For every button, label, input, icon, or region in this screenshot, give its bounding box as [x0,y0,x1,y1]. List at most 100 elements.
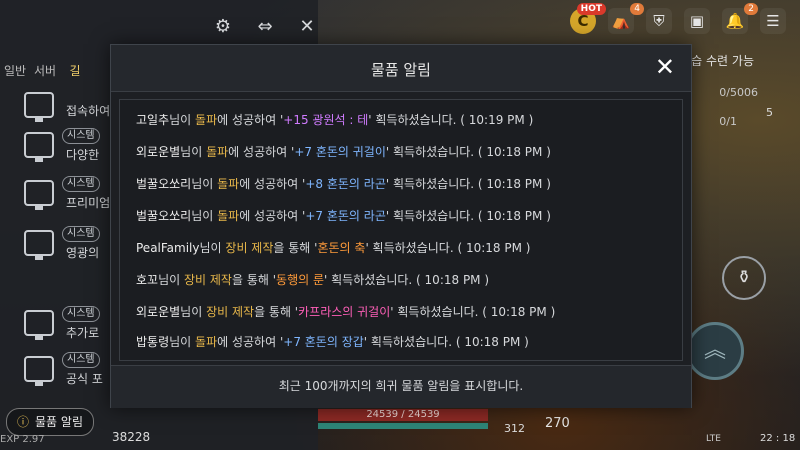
system-badge: 시스템 [62,128,100,144]
item-name: +7 혼돈의 귀걸이 [294,145,386,159]
stat-312: 312 [504,422,525,435]
tent-icon[interactable]: ⛺ 4 [608,3,644,34]
chat-toolbar: ⚙ ⇔ ✕ [212,16,318,37]
close-icon[interactable]: ✕ [655,55,675,79]
mount-button[interactable]: ︽ [686,322,744,380]
notification-row: 호꼬님이 장비 제작을 통해 '동행의 룬' 획득하셨습니다. ( 10:18 … [136,268,489,292]
text-segment: ' 획득하셨습니다. ( 10:18 PM ) [385,145,551,159]
tab-server[interactable]: 서버 [30,58,60,84]
monitor-icon [24,230,54,260]
text-segment: 님이 [169,113,196,127]
gear-icon[interactable]: ⚙ [212,16,234,37]
chat-text: 영광의 [66,246,100,260]
item-name: 카프라스의 귀걸이 [298,305,391,319]
bell-icon[interactable]: 🔔 2 [722,3,758,34]
text-segment: ' 획득하셨습니다. ( 10:18 PM ) [385,209,551,223]
clock: 22 : 18 [760,433,796,444]
text-segment: 을 통해 ' [273,241,318,255]
item-name: 동행의 룬 [276,273,325,287]
player-name: 호꼬 [136,273,159,287]
text-segment: ' 획득하셨습니다. ( 10:19 PM ) [368,113,534,127]
exp-readout: EXP 2.97 [0,434,45,445]
notification-row: 밥통령님이 돌파에 성공하여 '+7 혼돈의 장갑' 획득하셨습니다. ( 10… [136,330,529,354]
resource-2: 0/1 [719,115,737,128]
acquire-method: 장비 제작 [206,305,255,319]
item-notification-label: 물품 알림 [35,415,83,429]
chat-text: 추가로 [66,326,100,340]
text-segment: ' 획득하셨습니다. ( 10:18 PM ) [324,273,490,287]
acquire-method: 돌파 [217,177,240,191]
mp-bar [318,423,488,429]
text-segment: 에 성공하여 ' [239,177,306,191]
notification-row: 고일추님이 돌파에 성공하여 '+15 광원석 : 테' 획득하셨습니다. ( … [136,108,533,132]
text-segment: 에 성공하여 ' [239,209,306,223]
inventory-icon[interactable]: ▣ [684,8,710,34]
item-name: 혼돈의 축 [317,241,366,255]
coin-shop-icon[interactable]: C HOT [570,3,606,34]
resize-icon[interactable]: ⇔ [254,16,276,37]
chat-text: 공식 포 [66,372,103,386]
item-name: +8 혼돈의 라곤 [305,177,386,191]
text-segment: 님이 [191,177,218,191]
text-segment: ' 획득하셨습니다. ( 10:18 PM ) [390,305,556,319]
player-name: PealFamily [136,241,200,255]
acquire-method: 돌파 [195,113,218,127]
resource-1: 0/5006 [719,86,758,99]
modal-footer-text: 최근 100개까지의 희귀 물품 알림을 표시합니다. [111,365,691,408]
info-icon: ⓘ [17,415,30,429]
shield-icon[interactable]: ⛨ [646,8,672,34]
item-name: +15 광원석 : 테 [283,113,369,127]
chat-text: 접속하여 [66,104,111,118]
hp-bar: 24539 / 24539 [318,409,488,421]
chat-text: 프리미엄 [66,196,111,210]
chat-text: 다양한 [66,148,100,162]
acquire-method: 장비 제작 [184,273,232,287]
system-badge: 시스템 [62,352,100,368]
gold-amount: 38228 [112,430,151,444]
modal-title: 물품 알림 [371,61,431,79]
text-segment: 님이 [180,305,207,319]
acquire-method: 돌파 [206,145,229,159]
text-segment: 님이 [199,241,226,255]
hud-top-right: C HOT ⛺ 4 ⛨ ▣ 🔔 2 ☰ [570,3,786,34]
item-name: +7 혼돈의 장갑 [283,335,364,349]
side-count: 5 [766,106,773,119]
notification-row: 벌꿀오쏘리님이 돌파에 성공하여 '+7 혼돈의 라곤' 획득하셨습니다. ( … [136,204,551,228]
hot-badge: HOT [576,3,606,15]
notification-list: 고일추님이 돌파에 성공하여 '+15 광원석 : 테' 획득하셨습니다. ( … [119,99,683,361]
text-segment: 님이 [180,145,207,159]
text-segment: 을 통해 ' [231,273,277,287]
text-segment: 에 성공하여 ' [217,335,284,349]
player-name: 벌꿀오쏘리 [136,177,192,191]
monitor-icon [24,180,54,210]
learn-available-label: 습 수련 가능 [691,54,754,68]
monitor-icon [24,92,54,122]
acquire-method: 돌파 [195,335,218,349]
stat-270: 270 [545,416,570,431]
bell-badge: 2 [744,3,758,15]
notification-row: 외로운별님이 장비 제작을 통해 '카프라스의 귀걸이' 획득하셨습니다. ( … [136,300,555,324]
notification-row: 벌꿀오쏘리님이 돌파에 성공하여 '+8 혼돈의 라곤' 획득하셨습니다. ( … [136,172,551,196]
player-name: 외로운별 [136,145,181,159]
monitor-icon [24,356,54,386]
item-notification-modal: 물품 알림 ✕ 고일추님이 돌파에 성공하여 '+15 광원석 : 테' 획득하… [110,44,692,408]
item-notification-button[interactable]: ⓘ 물품 알림 [6,408,94,436]
player-name: 외로운별 [136,305,181,319]
tab-guild[interactable]: 길 [60,58,90,84]
player-name: 밥통령 [136,335,170,349]
text-segment: ' 획득하셨습니다. ( 10:18 PM ) [365,241,531,255]
text-segment: 님이 [169,335,196,349]
text-segment: 님이 [191,209,218,223]
menu-icon[interactable]: ☰ [760,8,786,34]
tab-general[interactable]: 일반 [0,58,30,84]
system-badge: 시스템 [62,176,100,192]
network-status: LTE [706,434,721,444]
text-segment: 을 통해 ' [254,305,299,319]
notification-row: PealFamily님이 장비 제작을 통해 '혼돈의 축' 획득하셨습니다. … [136,236,530,260]
potion-icon[interactable]: ⚱ [722,256,766,300]
player-name: 벌꿀오쏘리 [136,209,192,223]
text-segment: 에 성공하여 ' [228,145,295,159]
text-segment: 님이 [158,273,184,287]
close-icon[interactable]: ✕ [296,16,318,37]
monitor-icon [24,132,54,162]
